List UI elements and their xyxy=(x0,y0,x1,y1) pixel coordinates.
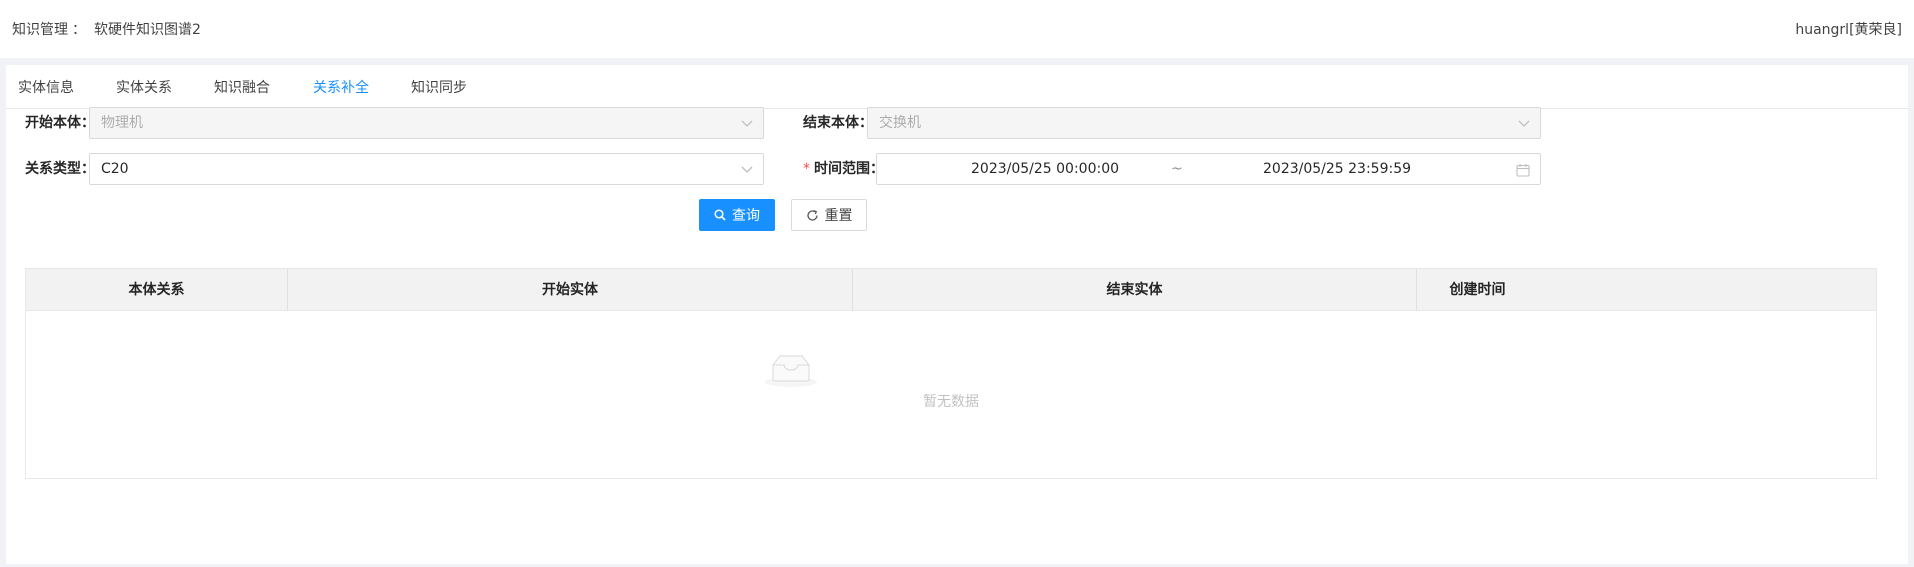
top-bar: 知识管理 ： 软硬件知识图谱2 huangrl[黄荣良] xyxy=(0,0,1914,58)
start-ontology-label: 开始本体： xyxy=(25,115,95,131)
column-header-ontology-relation: 本体关系 xyxy=(26,269,288,311)
breadcrumb-current: 软硬件知识图谱2 xyxy=(94,22,201,38)
column-header-created-time: 创建时间 xyxy=(1449,282,1506,298)
time-range-picker[interactable]: 2023/05/25 00:00:00 ~ 2023/05/25 23:59:5… xyxy=(876,153,1541,185)
time-range-label: * 时间范围： xyxy=(803,153,884,185)
search-button-label: 查询 xyxy=(732,208,760,224)
tab-knowledge-sync[interactable]: 知识同步 xyxy=(411,65,467,109)
tab-entity-info[interactable]: 实体信息 xyxy=(18,65,74,109)
time-start-input[interactable]: 2023/05/25 00:00:00 xyxy=(971,154,1119,184)
empty-text: 暂无数据 xyxy=(923,394,979,410)
required-mark: * xyxy=(803,161,810,177)
result-table: 本体关系 开始实体 结束实体 创建时间 暂无数据 xyxy=(25,268,1877,479)
reset-button-label: 重置 xyxy=(824,208,853,224)
search-button[interactable]: 查询 xyxy=(699,199,775,231)
search-icon xyxy=(714,209,726,221)
tab-relation-completion[interactable]: 关系补全 xyxy=(297,65,385,110)
breadcrumb-root[interactable]: 知识管理 xyxy=(12,19,68,39)
relation-type-label: 关系类型： xyxy=(25,161,95,177)
reset-button[interactable]: 重置 xyxy=(791,199,867,231)
start-ontology-select[interactable]: 物理机 xyxy=(89,107,764,139)
end-ontology-label: 结束本体： xyxy=(803,115,873,131)
column-header-end-entity: 结束实体 xyxy=(853,269,1417,311)
calendar-icon xyxy=(1516,164,1530,177)
relation-type-select[interactable]: C20 xyxy=(89,153,764,185)
start-ontology-value: 物理机 xyxy=(101,115,143,131)
end-ontology-select[interactable]: 交换机 xyxy=(867,107,1541,139)
table-header: 本体关系 开始实体 结束实体 创建时间 xyxy=(26,269,1876,311)
time-range-separator: ~ xyxy=(1171,161,1183,177)
chevron-down-icon xyxy=(741,120,753,127)
chevron-down-icon xyxy=(741,166,753,173)
breadcrumb: 知识管理 ： 软硬件知识图谱2 xyxy=(12,19,201,39)
table-empty-state: 暂无数据 xyxy=(26,311,1876,478)
user-name[interactable]: huangrl[黄荣良] xyxy=(1795,19,1902,39)
tab-entity-relation[interactable]: 实体关系 xyxy=(116,65,172,109)
time-end-input[interactable]: 2023/05/25 23:59:59 xyxy=(1263,154,1411,184)
column-header-start-entity: 开始实体 xyxy=(288,269,853,311)
end-ontology-value: 交换机 xyxy=(879,115,921,131)
empty-inbox-icon xyxy=(765,355,817,387)
relation-type-value: C20 xyxy=(101,161,129,177)
breadcrumb-separator: ： xyxy=(72,22,86,38)
content-card: 实体信息 实体关系 知识融合 关系补全 知识同步 开始本体： 物理机 结束本体：… xyxy=(6,65,1908,564)
reload-icon xyxy=(806,209,818,221)
tab-bar: 实体信息 实体关系 知识融合 关系补全 知识同步 xyxy=(6,65,1908,110)
tab-knowledge-fusion[interactable]: 知识融合 xyxy=(214,65,270,109)
time-range-label-text: 时间范围： xyxy=(814,161,884,177)
chevron-down-icon xyxy=(1518,120,1530,127)
